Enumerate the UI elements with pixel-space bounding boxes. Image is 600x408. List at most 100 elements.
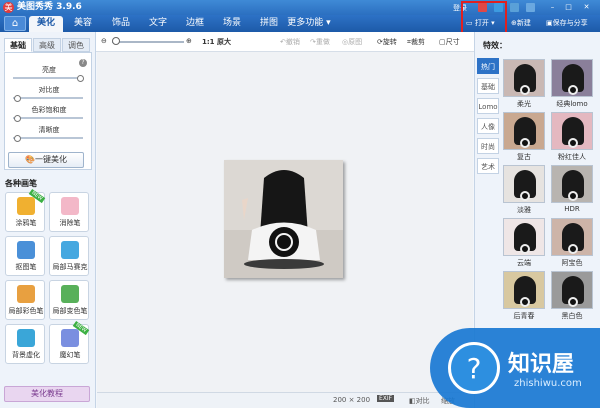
- home-button[interactable]: ⌂: [4, 16, 26, 31]
- redo-button[interactable]: ↷重做: [310, 37, 330, 47]
- effect-thumbnail: [551, 112, 593, 150]
- beautify-tutorial-button[interactable]: 美化教程: [4, 386, 90, 402]
- close-icon[interactable]: ✕: [582, 3, 591, 12]
- undo-label: 撤销: [285, 38, 300, 46]
- palette-icon: 🎨: [25, 155, 35, 164]
- original-size-button[interactable]: 1:1 原大: [202, 37, 231, 47]
- skin-icon[interactable]: [510, 3, 519, 12]
- saturation-slider[interactable]: [13, 114, 83, 122]
- subtab-basic[interactable]: 基础: [4, 38, 32, 52]
- sharpness-knob[interactable]: [13, 134, 21, 142]
- redo-label: 重做: [315, 38, 330, 46]
- tool-local-mosaic[interactable]: 局部马赛克: [49, 236, 89, 276]
- original-image-button[interactable]: ◎原图: [342, 37, 362, 47]
- effect-classic-lomo[interactable]: 经典lomo: [551, 59, 593, 108]
- tab-text[interactable]: 文字: [141, 16, 175, 32]
- effect-label: HDR: [564, 205, 580, 213]
- zoom-out-icon[interactable]: ⊖: [101, 36, 107, 46]
- tab-accessories[interactable]: 饰品: [104, 16, 138, 32]
- minimize-icon[interactable]: –: [548, 3, 557, 12]
- zoom-in-icon[interactable]: ⊕: [186, 36, 192, 46]
- menu-bar: ⌂ 美化 美容 饰品 文字 边框 场景 拼图 更多功能 ▾ ▭ 打开 ▾ ⊕新建…: [0, 15, 600, 32]
- subtab-advanced[interactable]: 高级: [33, 38, 61, 52]
- tool-doodle-pen[interactable]: NEW 涂鸦笔: [5, 188, 46, 232]
- zoom-knob[interactable]: [111, 37, 120, 45]
- canvas-toolbar: ⊖ ⊕ 1:1 原大 ↶撤销 ↷重做 ◎原图 ⟳旋转 ⌗裁剪 ▢尺寸: [96, 32, 474, 52]
- effect-thumbnail: [551, 165, 593, 203]
- category-fashion[interactable]: 时尚: [477, 138, 499, 154]
- resize-label: 尺寸: [445, 38, 460, 46]
- one-click-beautify-button[interactable]: 🎨一键美化: [8, 152, 84, 168]
- site-watermark: ? 知识屋 zhishiwu.com: [430, 328, 600, 408]
- save-share-label: 保存与分享: [552, 19, 588, 27]
- tab-frames[interactable]: 边框: [178, 16, 212, 32]
- save-icon: ▣: [546, 19, 553, 27]
- exif-button[interactable]: EXIF: [377, 395, 395, 402]
- crop-label: 裁剪: [410, 38, 425, 46]
- contrast-knob[interactable]: [13, 94, 21, 102]
- effect-label: 经典lomo: [556, 100, 588, 108]
- category-popular[interactable]: 热门: [477, 58, 499, 74]
- effect-pink-lady[interactable]: 粉红佳人: [551, 112, 593, 161]
- effect-hdr[interactable]: HDR: [551, 165, 593, 213]
- tool-cutout-pen[interactable]: 抠图笔: [5, 236, 45, 276]
- resize-button[interactable]: ▢尺寸: [439, 37, 460, 47]
- category-basic[interactable]: 基础: [477, 78, 499, 94]
- new-button[interactable]: ⊕新建: [511, 17, 531, 30]
- tool-label: 背景虚化: [12, 351, 40, 359]
- tab-collage[interactable]: 拼图: [252, 16, 286, 32]
- category-art[interactable]: 艺术: [477, 158, 499, 174]
- resize-icon: ▢: [439, 38, 446, 46]
- effect-thumbnail: [503, 59, 545, 97]
- sharpness-slider[interactable]: [13, 134, 83, 142]
- effect-black-white[interactable]: 黑白色: [551, 271, 593, 320]
- photo-preview[interactable]: [224, 160, 343, 278]
- brightness-slider[interactable]: [13, 74, 84, 82]
- effect-post-youth[interactable]: 后青春: [503, 271, 545, 320]
- tab-retouch[interactable]: 美容: [66, 16, 100, 32]
- crop-button[interactable]: ⌗裁剪: [407, 37, 425, 47]
- contrast-slider[interactable]: [13, 94, 83, 102]
- tool-background-blur[interactable]: 背景虚化: [5, 324, 45, 364]
- menu-icon[interactable]: [526, 3, 535, 12]
- title-bar: 美 美图秀秀 3.9.6 登录 – □ ✕: [0, 0, 600, 15]
- tab-scenes[interactable]: 场景: [215, 16, 249, 32]
- effects-title: 特效：: [483, 41, 507, 50]
- effect-label: 云端: [517, 259, 531, 267]
- undo-button[interactable]: ↶撤销: [280, 37, 300, 47]
- tool-label: 抠图笔: [15, 263, 37, 271]
- compare-button[interactable]: ◧对比: [409, 396, 430, 406]
- brightness-knob[interactable]: [76, 74, 84, 82]
- tool-local-color-brush[interactable]: 局部彩色笔: [5, 280, 45, 320]
- tool-label: 局部马赛克: [52, 263, 88, 271]
- rotate-button[interactable]: ⟳旋转: [377, 37, 397, 47]
- cutout-pen-icon: [17, 241, 35, 259]
- effect-cloud[interactable]: 云端: [503, 218, 545, 267]
- category-portrait[interactable]: 人像: [477, 118, 499, 134]
- effect-abao-color[interactable]: 阿宝色: [551, 218, 593, 267]
- effect-elegant[interactable]: 淡雅: [503, 165, 545, 214]
- tool-local-recolor[interactable]: 局部变色笔: [49, 280, 89, 320]
- app-title: 美图秀秀 3.9.6: [17, 2, 82, 12]
- effect-thumbnail: [503, 271, 545, 309]
- tool-magic-pen[interactable]: NEW 魔幻笔: [49, 320, 90, 364]
- save-share-button[interactable]: ▣保存与分享: [546, 17, 588, 30]
- editing-canvas[interactable]: [97, 52, 473, 392]
- tool-label: 局部变色笔: [52, 307, 88, 315]
- tab-beautify[interactable]: 美化: [29, 16, 63, 32]
- effect-label: 淡雅: [517, 206, 531, 214]
- effect-retro[interactable]: 复古: [503, 112, 545, 161]
- effect-soft-light[interactable]: 柔光: [503, 59, 545, 108]
- category-lomo[interactable]: Lomo: [477, 98, 499, 114]
- svg-text:?: ?: [467, 352, 482, 385]
- contrast-label: 对比度: [38, 86, 60, 94]
- tool-label: 消除笔: [59, 219, 81, 227]
- zoom-slider[interactable]: [112, 41, 184, 43]
- tool-eraser-pen[interactable]: 消除笔: [49, 192, 89, 232]
- tab-more-features[interactable]: 更多功能 ▾: [283, 16, 335, 32]
- tool-label: 局部彩色笔: [8, 307, 44, 315]
- maximize-icon[interactable]: □: [564, 3, 573, 12]
- tool-label: 魔幻笔: [59, 351, 81, 359]
- subtab-color[interactable]: 调色: [62, 38, 90, 52]
- saturation-knob[interactable]: [13, 114, 21, 122]
